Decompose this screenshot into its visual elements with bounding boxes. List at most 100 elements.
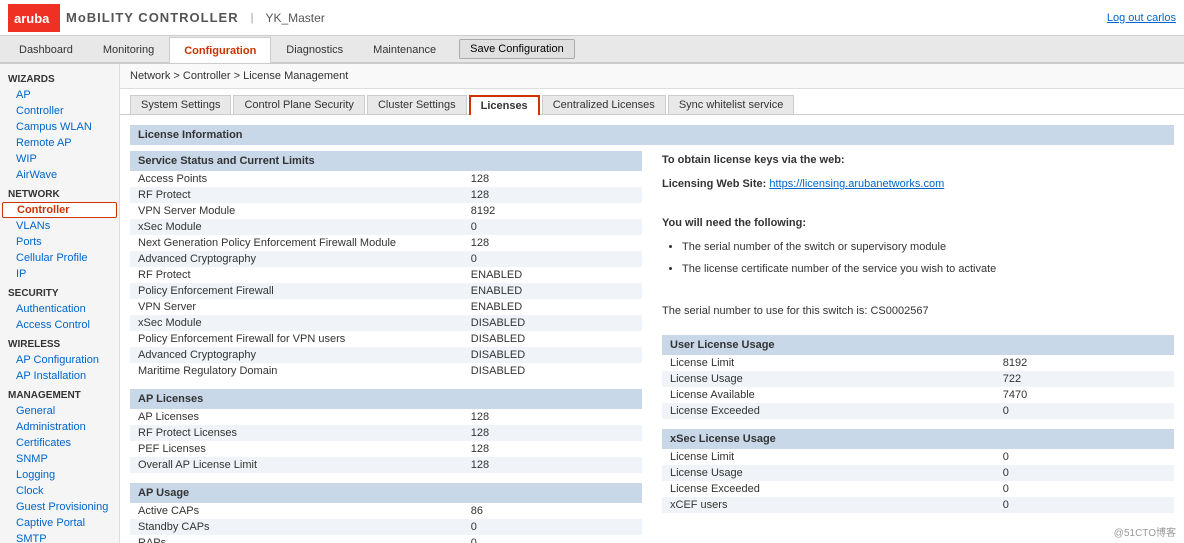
ap-license-row: AP Licenses128: [130, 409, 642, 425]
service-value: 128: [463, 235, 642, 251]
user-license-name: License Limit: [662, 355, 995, 371]
user-license-row: License Exceeded0: [662, 403, 1174, 419]
service-table-row: VPN ServerENABLED: [130, 299, 642, 315]
header: aruba MoBILITY CONTROLLER | YK_Master Lo…: [0, 0, 1184, 36]
sidebar-section-wireless: WIRELESS AP Configuration AP Installatio…: [0, 333, 119, 384]
main-layout: WIZARDS AP Controller Campus WLAN Remote…: [0, 64, 1184, 543]
sidebar-item-ap[interactable]: AP: [0, 87, 119, 103]
license-content: License Information Service Status and C…: [120, 115, 1184, 543]
sidebar-item-guest-provisioning[interactable]: Guest Provisioning: [0, 499, 119, 515]
aruba-logo-svg: aruba: [12, 7, 56, 29]
aruba-logo-icon: aruba: [8, 4, 60, 32]
tab-system-settings[interactable]: System Settings: [130, 95, 231, 114]
sidebar-item-ap-installation[interactable]: AP Installation: [0, 368, 119, 384]
app-title: MoBILITY CONTROLLER: [66, 10, 239, 25]
tab-centralized-licenses[interactable]: Centralized Licenses: [542, 95, 666, 114]
service-value: DISABLED: [463, 331, 642, 347]
ap-usage-name: RAPs: [130, 535, 463, 543]
service-value: DISABLED: [463, 363, 642, 379]
device-name: YK_Master: [265, 11, 324, 25]
logout-button[interactable]: Log out carlos: [1107, 12, 1176, 24]
header-divider: |: [251, 12, 254, 24]
sidebar-item-administration[interactable]: Administration: [0, 419, 119, 435]
user-license-value: 7470: [995, 387, 1174, 403]
service-value: 0: [463, 251, 642, 267]
service-table: Access Points128RF Protect128VPN Server …: [130, 171, 642, 379]
ap-license-value: 128: [463, 457, 642, 473]
tab-maintenance[interactable]: Maintenance: [358, 36, 451, 62]
sidebar-item-authentication[interactable]: Authentication: [0, 301, 119, 317]
ap-license-value: 128: [463, 409, 642, 425]
ap-usage-row: Active CAPs86: [130, 503, 642, 519]
service-name: xSec Module: [130, 219, 463, 235]
xsec-license-row: License Limit0: [662, 449, 1174, 465]
sidebar-item-controller-wiz[interactable]: Controller: [0, 103, 119, 119]
sidebar-item-campus-wlan[interactable]: Campus WLAN: [0, 119, 119, 135]
sidebar-item-logging[interactable]: Logging: [0, 467, 119, 483]
sidebar-item-smtp[interactable]: SMTP: [0, 531, 119, 543]
licensing-url[interactable]: https://licensing.arubanetworks.com: [769, 178, 944, 190]
service-name: Maritime Regulatory Domain: [130, 363, 463, 379]
sidebar-item-airwave[interactable]: AirWave: [0, 167, 119, 183]
service-table-row: Policy Enforcement FirewallENABLED: [130, 283, 642, 299]
ap-usage-row: Standby CAPs0: [130, 519, 642, 535]
service-name: RF Protect: [130, 187, 463, 203]
service-name: Access Points: [130, 171, 463, 187]
user-license-value: 8192: [995, 355, 1174, 371]
service-table-row: Next Generation Policy Enforcement Firew…: [130, 235, 642, 251]
bullet-cert: The license certificate number of the se…: [682, 260, 1174, 280]
sidebar-title-management: MANAGEMENT: [0, 384, 119, 403]
tab-licenses[interactable]: Licenses: [469, 95, 540, 115]
sidebar-item-vlans[interactable]: VLANs: [0, 218, 119, 234]
service-value: ENABLED: [463, 283, 642, 299]
service-name: VPN Server Module: [130, 203, 463, 219]
sidebar-item-certificates[interactable]: Certificates: [0, 435, 119, 451]
ap-usage-name: Active CAPs: [130, 503, 463, 519]
sidebar-item-clock[interactable]: Clock: [0, 483, 119, 499]
ap-licenses-table: AP Licenses128RF Protect Licenses128PEF …: [130, 409, 642, 473]
sidebar-item-general[interactable]: General: [0, 403, 119, 419]
tab-sync-whitelist[interactable]: Sync whitelist service: [668, 95, 795, 114]
tab-diagnostics[interactable]: Diagnostics: [271, 36, 358, 62]
sidebar-item-controller[interactable]: Controller: [2, 202, 117, 218]
licensing-label: Licensing Web Site:: [662, 178, 766, 190]
ap-license-value: 128: [463, 441, 642, 457]
ap-license-name: AP Licenses: [130, 409, 463, 425]
ap-license-row: PEF Licenses128: [130, 441, 642, 457]
sidebar-item-cellular-profile[interactable]: Cellular Profile: [0, 250, 119, 266]
sidebar-item-wip[interactable]: WIP: [0, 151, 119, 167]
sidebar-item-access-control[interactable]: Access Control: [0, 317, 119, 333]
service-name: Policy Enforcement Firewall: [130, 283, 463, 299]
ap-usage-value: 0: [463, 519, 642, 535]
service-status-header: Service Status and Current Limits: [130, 151, 642, 171]
ap-usage-name: Standby CAPs: [130, 519, 463, 535]
sidebar-item-snmp[interactable]: SNMP: [0, 451, 119, 467]
service-name: Advanced Cryptography: [130, 251, 463, 267]
user-license-section: User License Usage License Limit8192Lice…: [662, 335, 1174, 419]
tab-dashboard[interactable]: Dashboard: [4, 36, 88, 62]
xsec-license-header: xSec License Usage: [662, 429, 1174, 449]
sidebar-item-ip[interactable]: IP: [0, 266, 119, 282]
service-value: ENABLED: [463, 299, 642, 315]
tab-monitoring[interactable]: Monitoring: [88, 36, 169, 62]
breadcrumb: Network > Controller > License Managemen…: [120, 64, 1184, 89]
sidebar-section-wizards: WIZARDS AP Controller Campus WLAN Remote…: [0, 68, 119, 183]
sidebar-title-security: SECURITY: [0, 282, 119, 301]
sidebar-section-network: NETWORK Controller VLANs Ports Cellular …: [0, 183, 119, 282]
service-value: DISABLED: [463, 315, 642, 331]
user-license-row: License Limit8192: [662, 355, 1174, 371]
sidebar-item-captive-portal[interactable]: Captive Portal: [0, 515, 119, 531]
nav-bar: Dashboard Monitoring Configuration Diagn…: [0, 36, 1184, 64]
tab-configuration[interactable]: Configuration: [169, 37, 271, 63]
save-configuration-button[interactable]: Save Configuration: [459, 39, 575, 59]
sidebar-item-remote-ap[interactable]: Remote AP: [0, 135, 119, 151]
license-two-col: Service Status and Current Limits Access…: [130, 145, 1174, 543]
sidebar-item-ap-configuration[interactable]: AP Configuration: [0, 352, 119, 368]
service-name: VPN Server: [130, 299, 463, 315]
license-right-col: To obtain license keys via the web: Lice…: [662, 145, 1174, 543]
breadcrumb-text: Network > Controller > License Managemen…: [130, 70, 348, 82]
tab-cluster-settings[interactable]: Cluster Settings: [367, 95, 467, 114]
sidebar-item-ports[interactable]: Ports: [0, 234, 119, 250]
service-table-row: Advanced CryptographyDISABLED: [130, 347, 642, 363]
tab-control-plane-security[interactable]: Control Plane Security: [233, 95, 364, 114]
